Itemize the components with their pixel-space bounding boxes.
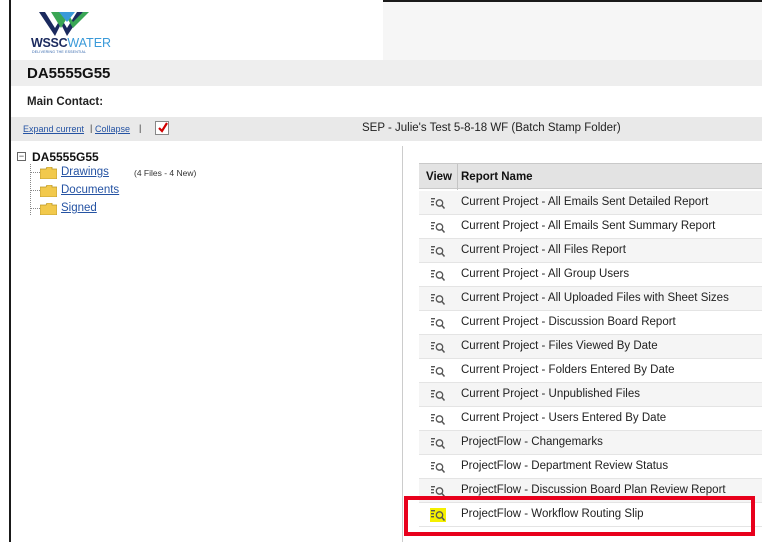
report-view-icon[interactable] (430, 268, 446, 282)
main-contact-bar: Main Contact: (11, 86, 762, 117)
report-view-icon[interactable] (430, 508, 446, 522)
collapse-toggle-icon[interactable]: − (17, 152, 26, 161)
table-row[interactable]: Current Project - All Group Users (419, 263, 762, 287)
expand-current-link[interactable]: Expand current (23, 124, 84, 134)
report-name[interactable]: Current Project - Files Viewed By Date (461, 340, 658, 352)
folder-tree: − DA5555G55 Drawings (4 Files - 4 New) D… (17, 148, 397, 268)
report-name[interactable]: Current Project - All Files Report (461, 244, 626, 256)
tree-item-label[interactable]: Drawings (61, 166, 109, 178)
folder-icon (40, 203, 57, 215)
report-view-icon[interactable] (430, 220, 446, 234)
file-count-badge: (4 Files - 4 New) (134, 168, 197, 178)
collapse-link[interactable]: Collapse (95, 124, 130, 134)
table-row[interactable]: Current Project - Discussion Board Repor… (419, 311, 762, 335)
panel-divider (402, 146, 403, 542)
report-view-icon[interactable] (430, 196, 446, 210)
tree-root-label[interactable]: DA5555G55 (32, 150, 99, 164)
report-name[interactable]: Current Project - All Emails Sent Detail… (461, 196, 708, 208)
report-view-icon[interactable] (430, 340, 446, 354)
main-contact-label: Main Contact: (27, 96, 104, 108)
report-name[interactable]: Current Project - All Uploaded Files wit… (461, 292, 729, 304)
report-view-icon[interactable] (430, 460, 446, 474)
table-row[interactable]: Current Project - All Files Report (419, 239, 762, 263)
table-row[interactable]: Current Project - Users Entered By Date (419, 407, 762, 431)
header-divider (457, 164, 458, 190)
report-name[interactable]: Current Project - Folders Entered By Dat… (461, 364, 674, 376)
tree-toolbar: Expand current | Collapse | SEP - Julie'… (11, 117, 762, 141)
report-view-icon[interactable] (430, 244, 446, 258)
page-title: DA5555G55 (27, 65, 111, 82)
table-row[interactable]: ProjectFlow - Workflow Routing Slip (419, 503, 762, 527)
report-view-icon[interactable] (430, 388, 446, 402)
tree-connector (30, 172, 40, 173)
column-header-report-name: Report Name (461, 171, 533, 183)
project-title-bar: DA5555G55 (11, 60, 762, 86)
report-view-icon[interactable] (430, 316, 446, 330)
table-row[interactable]: Current Project - Folders Entered By Dat… (419, 359, 762, 383)
table-row[interactable]: ProjectFlow - Department Review Status (419, 455, 762, 479)
logo-tagline: DELIVERING THE ESSENTIAL (32, 50, 87, 54)
report-name[interactable]: ProjectFlow - Workflow Routing Slip (461, 508, 644, 520)
report-view-icon[interactable] (430, 364, 446, 378)
report-table: View Report Name Current Project - All E… (419, 163, 762, 542)
table-row[interactable]: ProjectFlow - Changemarks (419, 431, 762, 455)
report-table-header: View Report Name (419, 163, 762, 190)
table-row[interactable]: Current Project - All Emails Sent Summar… (419, 215, 762, 239)
folder-icon (40, 185, 57, 197)
column-header-view: View (426, 171, 452, 183)
report-name[interactable]: Current Project - All Emails Sent Summar… (461, 220, 715, 232)
current-folder-caption: SEP - Julie's Test 5-8-18 WF (Batch Stam… (362, 122, 621, 134)
table-row[interactable]: Current Project - All Uploaded Files wit… (419, 287, 762, 311)
logo-wordmark: WSSCWATER (31, 36, 112, 50)
report-name[interactable]: ProjectFlow - Discussion Board Plan Revi… (461, 484, 726, 496)
table-row[interactable]: Current Project - Files Viewed By Date (419, 335, 762, 359)
toolbar-separator: | (90, 123, 93, 133)
tree-item-label[interactable]: Signed (61, 202, 97, 214)
report-name[interactable]: ProjectFlow - Department Review Status (461, 460, 668, 472)
tree-item-label[interactable]: Documents (61, 184, 119, 196)
red-checkmark-icon[interactable] (155, 121, 169, 135)
report-name[interactable]: ProjectFlow - Changemarks (461, 436, 603, 448)
table-row[interactable]: Current Project - Unpublished Files (419, 383, 762, 407)
tree-connector (30, 208, 40, 209)
wssc-water-logo: WSSCWATER DELIVERING THE ESSENTIAL (31, 10, 131, 56)
table-row[interactable]: ProjectFlow - Discussion Board Plan Revi… (419, 479, 762, 503)
report-name[interactable]: Current Project - Unpublished Files (461, 388, 640, 400)
report-view-icon[interactable] (430, 292, 446, 306)
header-right-area (383, 2, 762, 60)
tree-connector (30, 190, 40, 191)
header-logo-area: WSSCWATER DELIVERING THE ESSENTIAL (11, 0, 383, 60)
folder-icon (40, 167, 57, 179)
report-name[interactable]: Current Project - Users Entered By Date (461, 412, 666, 424)
report-name[interactable]: Current Project - All Group Users (461, 268, 629, 280)
toolbar-separator: | (139, 123, 142, 133)
report-view-icon[interactable] (430, 412, 446, 426)
report-view-icon[interactable] (430, 484, 446, 498)
table-row[interactable]: Current Project - All Emails Sent Detail… (419, 191, 762, 215)
report-view-icon[interactable] (430, 436, 446, 450)
report-name[interactable]: Current Project - Discussion Board Repor… (461, 316, 676, 328)
